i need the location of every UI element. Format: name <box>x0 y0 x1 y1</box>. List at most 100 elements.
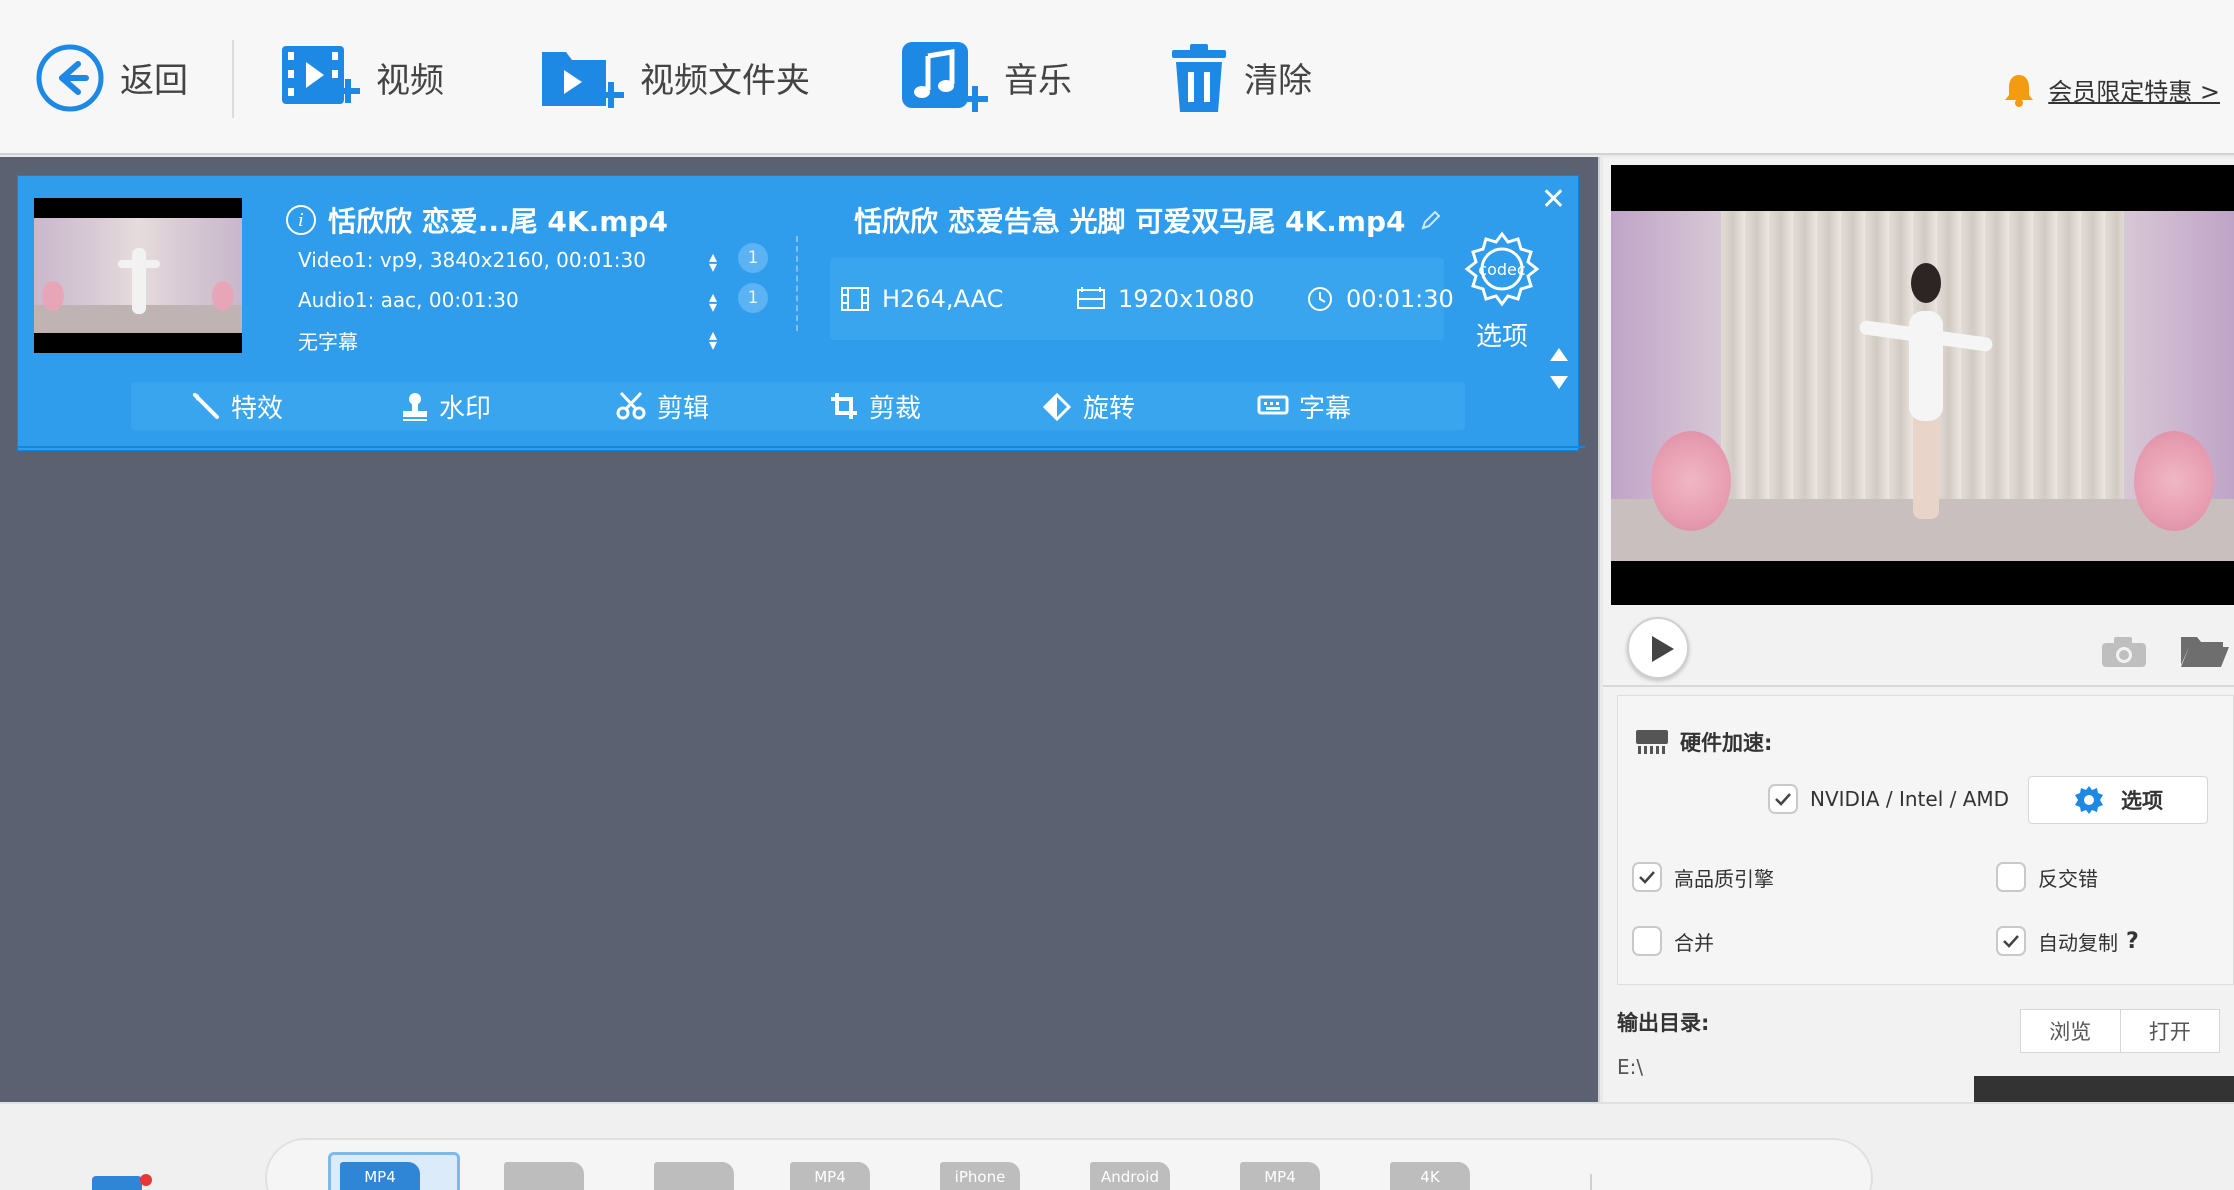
audio-stream-select-icon[interactable]: ▴ ▾ <box>706 289 720 315</box>
back-arrow-icon <box>36 44 104 111</box>
clear-label: 清除 <box>1244 61 1312 101</box>
member-promo-link[interactable]: 会员限定特惠 > <box>2004 72 2220 107</box>
crop-label: 剪裁 <box>869 393 922 424</box>
magic-wand-icon <box>193 393 219 419</box>
scissors-icon <box>616 391 646 420</box>
video-preview[interactable] <box>1611 165 2234 605</box>
gpu-accel-check-box <box>1768 784 1798 814</box>
resolution-icon <box>1077 287 1105 309</box>
subtitle-info: 无字幕 <box>298 330 358 354</box>
preview-settings-panel: 硬件加速: NVIDIA / Intel / AMD 选项 高品质引擎 反交错 <box>1603 157 2234 1102</box>
back-button[interactable]: 返回 <box>34 0 188 155</box>
output-resolution: 1920x1080 <box>1076 258 1254 340</box>
play-button[interactable] <box>1627 617 1689 679</box>
hq-engine-label: 高品质引擎 <box>1674 866 1774 891</box>
effects-button[interactable]: 特效 <box>189 382 283 430</box>
trim-button[interactable]: 剪辑 <box>615 382 709 430</box>
hq-engine-checkbox[interactable]: 高品质引擎 <box>1632 862 1774 892</box>
subtitle-label: 字幕 <box>1299 393 1352 424</box>
format-4k[interactable]: 4K <box>1390 1162 1470 1190</box>
hardware-options-button[interactable]: 选项 <box>2028 776 2208 824</box>
merge-checkbox[interactable]: 合并 <box>1632 926 1714 956</box>
clear-button[interactable]: 清除 <box>1168 0 1312 155</box>
rotate-label: 旋转 <box>1083 393 1136 424</box>
preview-figure-head <box>1911 263 1941 303</box>
stamp-icon <box>403 393 427 421</box>
source-file-name-text: 恬欣欣 恋爱...尾 4K.mp4 <box>328 205 668 238</box>
output-duration-text: 00:01:30 <box>1346 285 1454 313</box>
browse-button[interactable]: 浏览 <box>2021 1010 2120 1052</box>
gpu-accel-label: NVIDIA / Intel / AMD <box>1810 787 2010 811</box>
output-codec: H264,AAC <box>840 258 1003 340</box>
thumbnail-figure <box>132 248 146 314</box>
hardware-settings: 硬件加速: NVIDIA / Intel / AMD 选项 高品质引擎 反交错 <box>1617 695 2234 985</box>
subtitle-button[interactable]: 字幕 <box>1257 382 1351 430</box>
output-codec-text: H264,AAC <box>882 285 1004 313</box>
file-item[interactable]: i 恬欣欣 恋爱...尾 4K.mp4 Video1: vp9, 3840x21… <box>17 175 1585 451</box>
format-option-3[interactable] <box>654 1162 734 1190</box>
gpu-accel-checkbox[interactable]: NVIDIA / Intel / AMD <box>1768 784 2009 814</box>
format-mp4-3[interactable]: MP4 <box>1240 1162 1320 1190</box>
hardware-options-label: 选项 <box>2121 789 2163 813</box>
move-up-icon[interactable] <box>1550 348 1568 361</box>
output-settings-box[interactable]: H264,AAC 1920x1080 00:01:30 <box>830 258 1454 340</box>
toolbar-divider <box>232 40 234 118</box>
source-file-name: i 恬欣欣 恋爱...尾 4K.mp4 <box>286 200 668 240</box>
chip-icon <box>1636 730 1668 754</box>
remove-file-button[interactable]: ✕ <box>1541 182 1566 217</box>
video-stream-select-icon[interactable]: ▴ ▾ <box>706 249 720 275</box>
add-video-folder-label: 视频文件夹 <box>640 61 810 101</box>
move-down-icon[interactable] <box>1550 376 1568 389</box>
auto-copy-checkbox[interactable]: 自动复制 ? <box>1996 926 2139 956</box>
merge-label: 合并 <box>1674 930 1714 955</box>
watermark-button[interactable]: 水印 <box>401 382 491 430</box>
add-music-button[interactable]: 音乐 <box>900 0 1072 155</box>
output-resolution-text: 1920x1080 <box>1118 285 1255 313</box>
codec-icon-text: codec <box>1478 260 1525 279</box>
preview-flower-right <box>2134 431 2214 531</box>
format-option-2[interactable] <box>504 1162 584 1190</box>
edit-toolbar: 特效 水印 剪辑 剪裁 旋转 字幕 <box>18 382 1585 448</box>
output-file-name[interactable]: 恬欣欣 恋爱告急 光脚 可爱双马尾 4K.mp4 <box>854 200 1442 240</box>
format-mp4[interactable]: MP4 <box>340 1162 420 1190</box>
deinterlace-checkbox[interactable]: 反交错 <box>1996 862 2098 892</box>
preview-flower-left <box>1651 431 1731 531</box>
format-iphone[interactable]: iPhone <box>940 1162 1020 1190</box>
add-video-folder-button[interactable]: 视频文件夹 <box>540 0 810 155</box>
crop-button[interactable]: 剪裁 <box>829 382 921 430</box>
add-video-icon <box>282 45 360 104</box>
open-button[interactable]: 打开 <box>2119 1010 2220 1052</box>
info-icon[interactable]: i <box>286 205 316 235</box>
top-toolbar: 返回 视频 视频文件夹 音乐 清除 会员限定特惠 > <box>0 0 2234 155</box>
thumbnail-image <box>34 218 242 333</box>
effects-label: 特效 <box>231 393 284 424</box>
add-video-label: 视频 <box>376 61 444 101</box>
preview-figure-body <box>1909 311 1943 421</box>
add-music-label: 音乐 <box>1004 61 1072 101</box>
codec-options-label: 选项 <box>1475 322 1528 352</box>
auto-copy-label: 自动复制 <box>2038 930 2118 955</box>
open-folder-icon[interactable] <box>2179 633 2231 669</box>
format-mp4-2[interactable]: MP4 <box>790 1162 870 1190</box>
preview-figure-legs <box>1913 411 1939 519</box>
rotate-icon <box>1043 392 1072 421</box>
auto-copy-help-icon[interactable]: ? <box>2126 929 2139 954</box>
format-android[interactable]: Android <box>1090 1162 1170 1190</box>
subtitle-select-icon[interactable]: ▴ ▾ <box>706 327 720 353</box>
merge-check-box <box>1632 926 1662 956</box>
codec-options-button[interactable]: codec 选项 <box>1462 230 1542 353</box>
thumbnail-flower-left <box>42 281 64 311</box>
rotate-button[interactable]: 旋转 <box>1043 382 1135 430</box>
add-music-icon <box>902 41 988 112</box>
output-directory-path: E:\ <box>1617 1055 1644 1079</box>
deinterlace-check-box <box>1996 862 2026 892</box>
audio-track-count-badge: 1 <box>738 283 768 313</box>
camera-icon[interactable] <box>2100 635 2148 669</box>
hardware-accel-title: 硬件加速: <box>1634 726 1772 758</box>
back-label: 返回 <box>120 61 188 101</box>
add-video-button[interactable]: 视频 <box>280 0 444 155</box>
auto-copy-check-box <box>1996 926 2026 956</box>
video-thumbnail[interactable] <box>34 198 242 353</box>
pencil-icon[interactable] <box>1420 209 1442 231</box>
audio-stream-info: Audio1: aac, 00:01:30 <box>298 288 519 312</box>
